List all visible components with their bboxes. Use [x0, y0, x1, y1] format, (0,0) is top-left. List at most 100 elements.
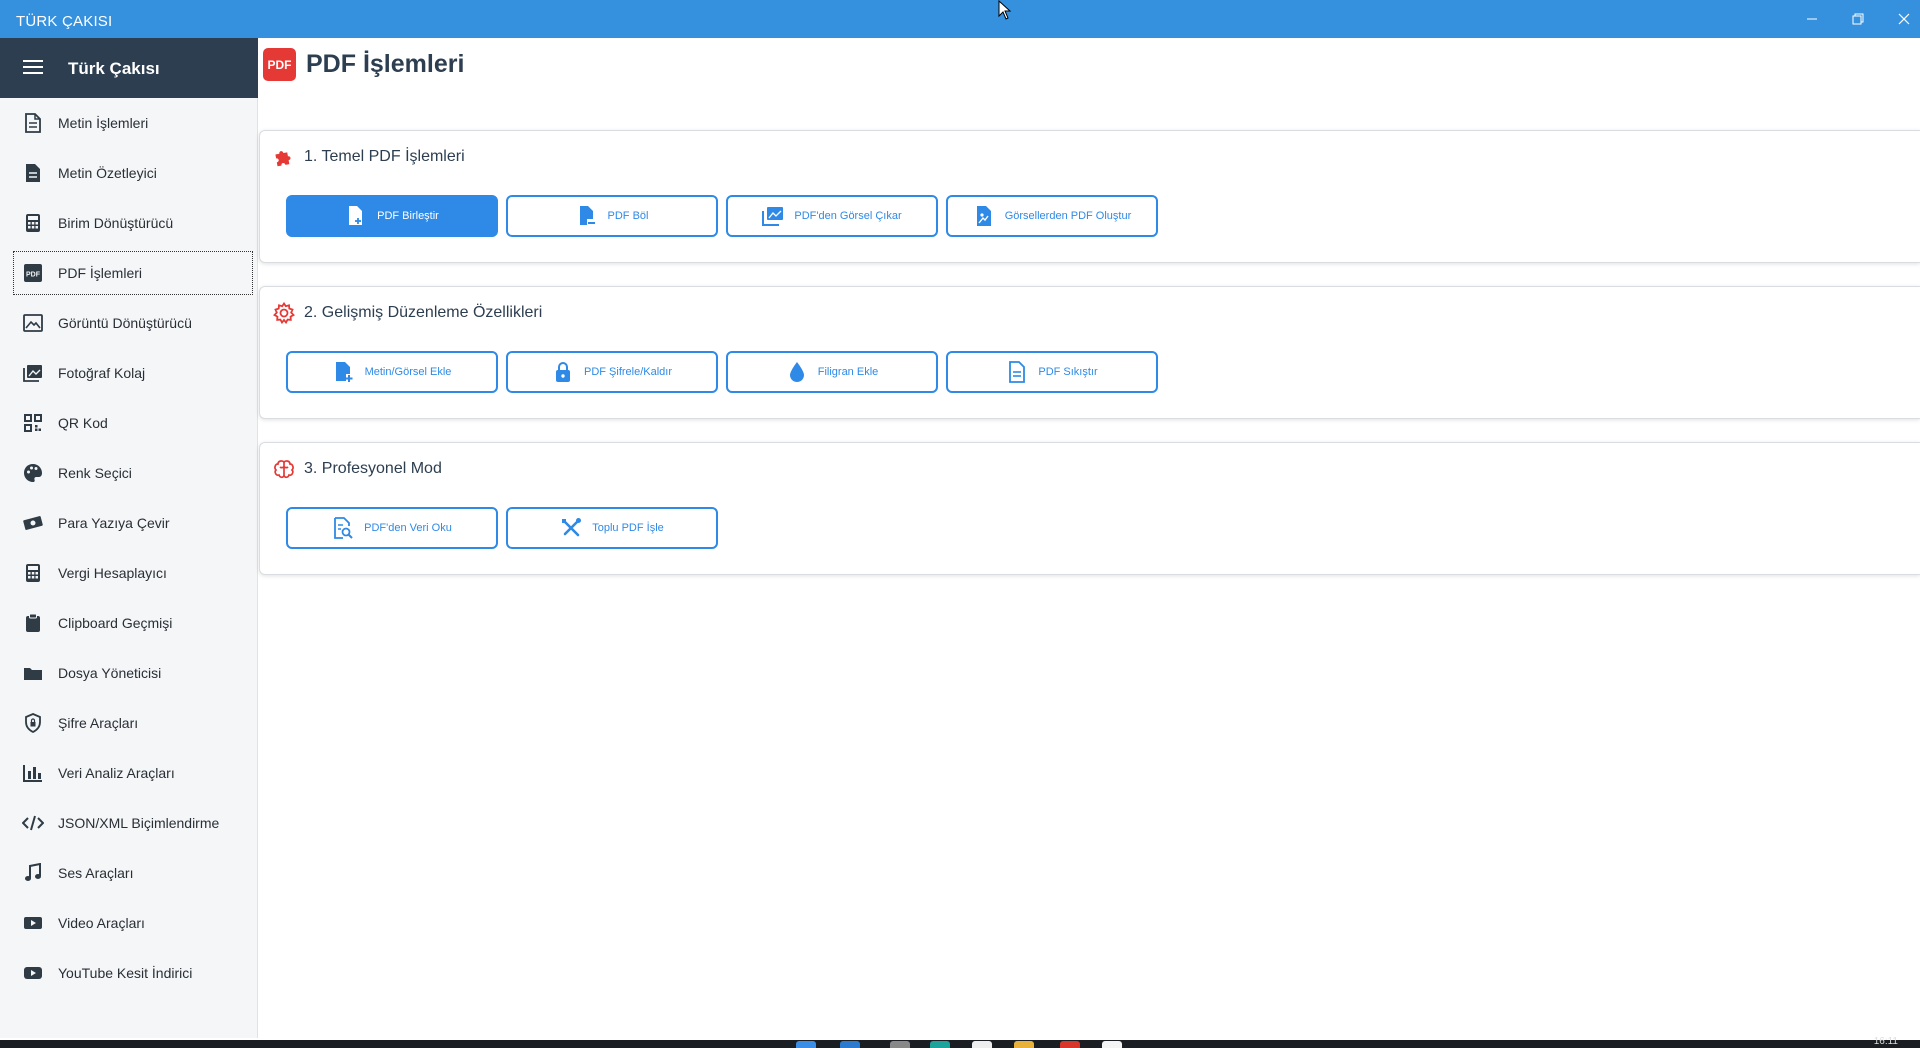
sidebar-item-label: Veri Analiz Araçları: [58, 765, 175, 781]
sidebar-item-metin-özetleyici[interactable]: Metin Özetleyici: [0, 148, 258, 198]
section-header: 2. Gelişmiş Düzenleme Özellikleri: [272, 301, 542, 325]
mouse-cursor-icon: [998, 0, 1012, 20]
sidebar-item-label: Ses Araçları: [58, 865, 134, 881]
filigran-ekle-button[interactable]: Filigran Ekle: [726, 351, 938, 393]
gear-icon: [272, 301, 296, 325]
sidebar-list: Metin İşlemleri Metin Özetleyici Birim Dön…: [0, 98, 258, 998]
sidebar-item-label: Video Araçları: [58, 915, 145, 931]
pdf-icon: PDF: [263, 48, 296, 81]
button-label: PDF Şifrele/Kaldır: [583, 366, 673, 378]
sidebar-item-label: Dosya Yöneticisi: [58, 665, 162, 681]
sidebar-item-ses-araçları[interactable]: Ses Araçları: [0, 848, 258, 898]
sidebar-item-clipboard-geçmişi[interactable]: Clipboard Geçmişi: [0, 598, 258, 648]
sidebar-item-metin-i-şlemleri[interactable]: Metin İşlemleri: [0, 98, 258, 148]
document-text-icon: [22, 112, 44, 134]
section-title: 3. Profesyonel Mod: [304, 460, 442, 477]
start-icon[interactable]: [796, 1041, 816, 1048]
restore-button[interactable]: [1835, 0, 1881, 38]
bar-chart-icon: [22, 762, 44, 784]
file-search-icon: [332, 517, 354, 539]
taskbar-clock: 16:11: [1873, 1036, 1898, 1047]
button-label: PDF'den Veri Oku: [364, 522, 452, 534]
section-header: 3. Profesyonel Mod: [272, 457, 442, 481]
section-card: 3. Profesyonel Mod PDF'den Veri Oku Toplu …: [259, 442, 1920, 575]
sidebar-item-para-yazıya-çevir[interactable]: Para Yazıya Çevir: [0, 498, 258, 548]
sidebar-item-görüntü-dönüştürücü[interactable]: Görüntü Dönüştürücü: [0, 298, 258, 348]
sidebar-item-label: Renk Seçici: [58, 465, 132, 481]
document-lines-icon: [22, 162, 44, 184]
water-drop-icon: [786, 361, 808, 383]
sidebar-header: Türk Çakısı: [0, 38, 258, 98]
palette-icon: [22, 462, 44, 484]
images-icon: [762, 205, 784, 227]
sidebar-item-youtube-kesit-i-ndirici[interactable]: YouTube Kesit İndirici: [0, 948, 258, 998]
sidebar-item-label: YouTube Kesit İndirici: [58, 965, 193, 981]
sidebar: Türk Çakısı Metin İşlemleri Metin Özetley…: [0, 38, 258, 1038]
pdf-böl-button[interactable]: PDF Böl: [506, 195, 718, 237]
sidebar-item-şifre-araçları[interactable]: Şifre Araçları: [0, 698, 258, 748]
görsellerden-pdf-oluştur-button[interactable]: Görsellerden PDF Oluştur: [946, 195, 1158, 237]
page-header: PDF PDF İşlemleri: [263, 48, 464, 81]
sidebar-item-veri-analiz-araçları[interactable]: Veri Analiz Araçları: [0, 748, 258, 798]
restore-icon: [1852, 13, 1864, 25]
sidebar-item-label: Birim Dönüştürücü: [58, 215, 174, 231]
taskbar: 16:11: [0, 1036, 1920, 1048]
sidebar-item-qr-kod[interactable]: QR Kod: [0, 398, 258, 448]
sidebar-item-label: Fotoğraf Kolaj: [58, 365, 146, 381]
button-label: Filigran Ekle: [817, 366, 879, 378]
button-row: PDF'den Veri Oku Toplu PDF İşle: [286, 507, 726, 549]
sidebar-title: Türk Çakısı: [68, 59, 160, 78]
shield-lock-icon: [22, 712, 44, 734]
tools-icon: [560, 517, 582, 539]
button-label: PDF Sıkıştır: [1038, 366, 1098, 378]
sidebar-item-fotoğraf-kolaj[interactable]: Fotoğraf Kolaj: [0, 348, 258, 398]
page-title: PDF İşlemleri: [306, 50, 465, 78]
sidebar-item-pdf-i-şlemleri[interactable]: PDF PDF İşlemleri: [10, 248, 256, 298]
pdf-birleştir-button[interactable]: PDF Birleştir: [286, 195, 498, 237]
taskbar-app-icon[interactable]: [930, 1041, 950, 1048]
calculator-icon: [22, 562, 44, 584]
sidebar-item-vergi-hesaplayıcı[interactable]: Vergi Hesaplayıcı: [0, 548, 258, 598]
sidebar-item-json-xml-biçimlendirme[interactable]: JSON/XML Biçimlendirme: [0, 798, 258, 848]
taskbar-app-icon[interactable]: [1014, 1041, 1034, 1048]
sidebar-item-video-araçları[interactable]: Video Araçları: [0, 898, 258, 948]
section-title: 2. Gelişmiş Düzenleme Özellikleri: [304, 304, 543, 321]
section-header: 1. Temel PDF İşlemleri: [272, 145, 465, 169]
youtube-icon: [22, 962, 44, 984]
pdf-sıkıştır-button[interactable]: PDF Sıkıştır: [946, 351, 1158, 393]
qr-code-icon: [22, 412, 44, 434]
minimize-button[interactable]: [1789, 0, 1835, 38]
hamburger-menu-icon[interactable]: [22, 57, 44, 77]
image-icon: [22, 312, 44, 334]
sidebar-item-dosya-yöneticisi[interactable]: Dosya Yöneticisi: [0, 648, 258, 698]
toplu-pdf-i-şle-button[interactable]: Toplu PDF İşle: [506, 507, 718, 549]
taskbar-app-icon[interactable]: [840, 1041, 860, 1048]
file-minus-icon: [576, 205, 598, 227]
section-card: 2. Gelişmiş Düzenleme Özellikleri Metin/G…: [259, 286, 1920, 419]
music-note-icon: [22, 862, 44, 884]
sidebar-item-label: Clipboard Geçmişi: [58, 615, 173, 631]
sidebar-item-birim-dönüştürücü[interactable]: Birim Dönüştürücü: [0, 198, 258, 248]
taskbar-app-icon[interactable]: [890, 1041, 910, 1048]
metin-görsel-ekle-button[interactable]: Metin/Görsel Ekle: [286, 351, 498, 393]
calculator-icon: [22, 212, 44, 234]
money-icon: [22, 512, 44, 534]
taskbar-app-icon[interactable]: [1102, 1041, 1122, 1048]
pdf-şifrele-kaldır-button[interactable]: PDF Şifrele/Kaldır: [506, 351, 718, 393]
sidebar-item-label: JSON/XML Biçimlendirme: [58, 815, 220, 831]
taskbar-app-icon[interactable]: [972, 1041, 992, 1048]
video-camera-icon: [22, 912, 44, 934]
sidebar-item-label: Görüntü Dönüştürücü: [58, 315, 192, 331]
code-icon: [22, 812, 44, 834]
file-image-icon: [973, 205, 995, 227]
sidebar-item-label: Şifre Araçları: [58, 715, 139, 731]
sidebar-item-renk-seçici[interactable]: Renk Seçici: [0, 448, 258, 498]
file-lines-icon: [1006, 361, 1028, 383]
svg-text:PDF: PDF: [26, 272, 41, 279]
section-card: 1. Temel PDF İşlemleri PDF Birleştir PDF B…: [259, 130, 1920, 263]
pdf-den-görsel-çıkar-button[interactable]: PDF'den Görsel Çıkar: [726, 195, 938, 237]
taskbar-app-icon[interactable]: [1060, 1041, 1080, 1048]
close-button[interactable]: [1881, 0, 1920, 38]
section-title: 1. Temel PDF İşlemleri: [304, 148, 465, 165]
pdf-den-veri-oku-button[interactable]: PDF'den Veri Oku: [286, 507, 498, 549]
